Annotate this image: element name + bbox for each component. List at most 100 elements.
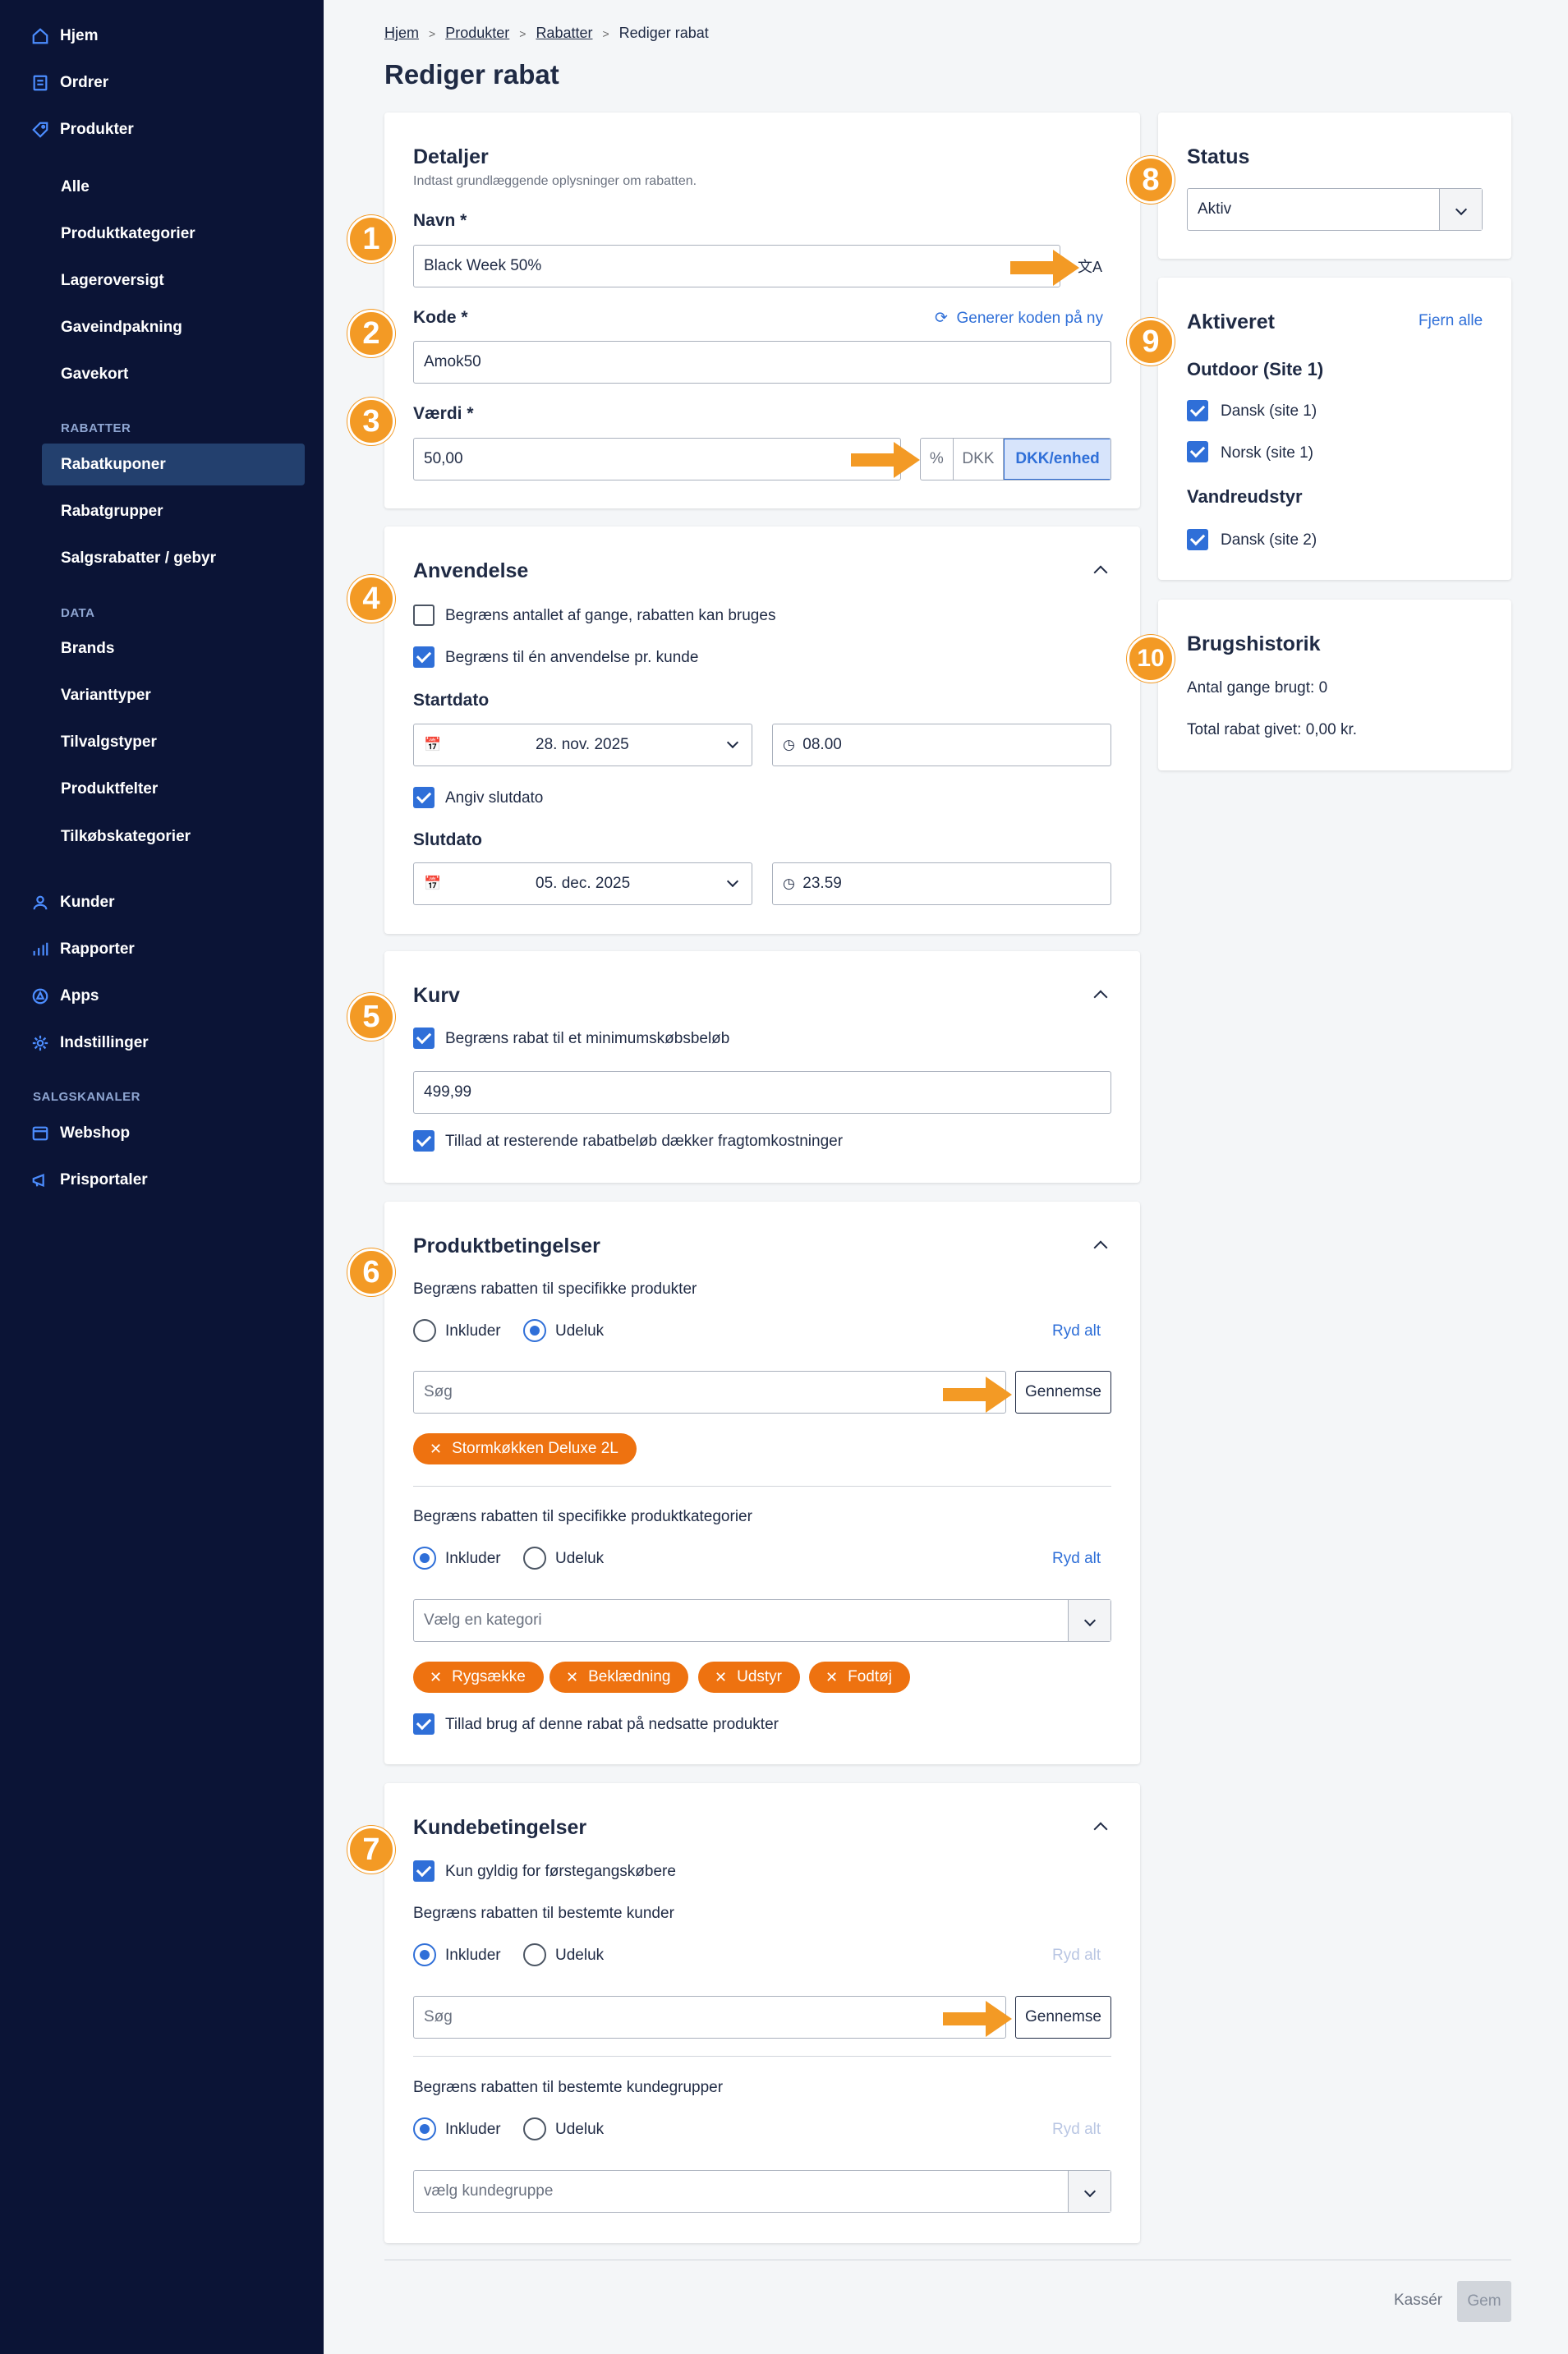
nav-apps[interactable]: Apps <box>31 978 99 1014</box>
chevron-up-icon[interactable] <box>1093 565 1108 580</box>
allow-discounted-checkbox[interactable] <box>413 1713 435 1735</box>
status-select[interactable]: Aktiv <box>1187 188 1483 231</box>
categories-exclude-radio[interactable] <box>523 1547 546 1570</box>
arrow-right-icon <box>1010 250 1079 286</box>
close-icon[interactable]: ✕ <box>825 1669 838 1686</box>
remove-all-link[interactable]: Fjern alle <box>1419 312 1483 330</box>
section-rabatter: RABATTER <box>61 421 131 435</box>
chevron-up-icon[interactable] <box>1093 1240 1108 1255</box>
min-limit-checkbox[interactable] <box>413 1028 435 1049</box>
first-time-checkbox[interactable] <box>413 1860 435 1882</box>
code-input[interactable]: Amok50 <box>413 341 1111 384</box>
regenerate-code-link[interactable]: ⟳ Generer koden på ny <box>935 309 1103 328</box>
nav-varianttyper[interactable]: Varianttyper <box>61 679 151 712</box>
category-chip[interactable]: ✕ Fodtøj <box>809 1662 910 1693</box>
unit-dkk[interactable]: DKK <box>954 439 1005 480</box>
nav-lageroversigt[interactable]: Lageroversigt <box>61 264 164 297</box>
nav-alle[interactable]: Alle <box>61 171 90 204</box>
nav-rapporter[interactable]: Rapporter <box>31 931 135 968</box>
product-chip[interactable]: ✕ Stormkøkken Deluxe 2L <box>413 1433 637 1464</box>
orders-icon <box>31 74 49 92</box>
chevron-down-icon <box>1068 2171 1110 2212</box>
products-include-radio[interactable] <box>413 1319 436 1342</box>
site-group-name: Outdoor (Site 1) <box>1187 359 1324 379</box>
site-group-name: Vandreudstyr <box>1187 486 1303 507</box>
save-button[interactable]: Gem <box>1457 2281 1511 2322</box>
customers-include-radio[interactable] <box>413 1943 436 1966</box>
set-end-checkbox[interactable] <box>413 787 435 808</box>
name-input[interactable]: Black Week 50% <box>413 245 1060 287</box>
start-time-input[interactable]: ◷ 08.00 <box>772 724 1111 766</box>
chevron-up-icon[interactable] <box>1093 990 1108 1005</box>
category-chip[interactable]: ✕ Udstyr <box>698 1662 800 1693</box>
site-checkbox[interactable] <box>1187 441 1208 462</box>
customer-search-placeholder: Søg <box>424 2008 453 2025</box>
breadcrumb-hjem[interactable]: Hjem <box>384 25 419 42</box>
close-icon[interactable]: ✕ <box>715 1669 727 1686</box>
groups-clear-all-link[interactable]: Ryd alt <box>1052 2121 1101 2139</box>
customer-search-input[interactable]: Søg <box>413 1996 1006 2039</box>
cancel-button[interactable]: Kassér <box>1394 2292 1442 2310</box>
nav-produktfelter[interactable]: Produktfelter <box>61 773 158 806</box>
customers-clear-all-link[interactable]: Ryd alt <box>1052 1947 1101 1965</box>
products-exclude-radio[interactable] <box>523 1319 546 1342</box>
nav-gaveindpakning[interactable]: Gaveindpakning <box>61 311 182 344</box>
groups-include-radio[interactable] <box>413 2117 436 2140</box>
breadcrumb-rabatter[interactable]: Rabatter <box>536 25 592 42</box>
nav-label: Indstillinger <box>60 1034 149 1051</box>
close-icon[interactable]: ✕ <box>430 1669 442 1686</box>
unit-dkk-per-unit[interactable]: DKK/enhed <box>1004 439 1110 480</box>
categories-include-radio[interactable] <box>413 1547 436 1570</box>
end-time-input[interactable]: ◷ 23.59 <box>772 862 1111 905</box>
nav-produkter[interactable]: Produkter <box>31 112 134 148</box>
divider <box>413 2056 1111 2057</box>
category-chip[interactable]: ✕ Rygsække <box>413 1662 544 1693</box>
arrow-right-icon <box>943 2001 1012 2037</box>
nav-hjem[interactable]: Hjem <box>31 18 98 54</box>
nav-salgsrabatter[interactable]: Salgsrabatter / gebyr <box>61 542 216 575</box>
min-amount-value: 499,99 <box>424 1083 472 1101</box>
breadcrumb-produkter[interactable]: Produkter <box>445 25 509 42</box>
groups-exclude-radio[interactable] <box>523 2117 546 2140</box>
nav-rabatkuponer[interactable]: Rabatkuponer <box>42 444 305 485</box>
product-browse-button[interactable]: Gennemse <box>1015 1371 1111 1414</box>
close-icon[interactable]: ✕ <box>566 1669 578 1686</box>
end-date-input[interactable]: 📅 05. dec. 2025 <box>413 862 752 905</box>
products-clear-all-link[interactable]: Ryd alt <box>1052 1322 1101 1340</box>
nav-webshop[interactable]: Webshop <box>31 1115 130 1152</box>
nav-produktkategorier[interactable]: Produktkategorier <box>61 218 195 251</box>
nav-rabatgrupper[interactable]: Rabatgrupper <box>61 495 163 528</box>
value-input[interactable]: 50,00 <box>413 438 901 480</box>
start-date-input[interactable]: 📅 28. nov. 2025 <box>413 724 752 766</box>
nav-prisportaler[interactable]: Prisportaler <box>31 1162 148 1198</box>
nav-kunder[interactable]: Kunder <box>31 885 115 921</box>
nav-indstillinger[interactable]: Indstillinger <box>31 1025 149 1061</box>
close-icon[interactable]: ✕ <box>430 1441 442 1458</box>
site-checkbox[interactable] <box>1187 400 1208 421</box>
history-card: Brugshistorik Antal gange brugt: 0 Total… <box>1158 600 1511 770</box>
usage-card: Anvendelse Begræns antallet af gange, ra… <box>384 526 1140 934</box>
sidebar: Hjem Ordrer Produkter Alle Produktkatego… <box>0 0 324 2354</box>
calendar-icon: 📅 <box>424 876 442 891</box>
unit-percent[interactable]: % <box>921 439 954 480</box>
customers-exclude-radio[interactable] <box>523 1943 546 1966</box>
allow-shipping-checkbox[interactable] <box>413 1130 435 1152</box>
customer-group-select[interactable]: vælg kundegruppe <box>413 2170 1111 2213</box>
limit-once-checkbox[interactable] <box>413 646 435 668</box>
nav-tilvalgstyper[interactable]: Tilvalgstyper <box>61 726 157 759</box>
chevron-up-icon[interactable] <box>1093 1822 1108 1837</box>
translate-icon[interactable]: 文A <box>1078 255 1102 277</box>
section-data: DATA <box>61 606 95 620</box>
nav-tilkobskategorier[interactable]: Tilkøbskategorier <box>61 821 191 853</box>
nav-brands[interactable]: Brands <box>61 632 114 665</box>
category-select[interactable]: Vælg en kategori <box>413 1599 1111 1642</box>
category-chip[interactable]: ✕ Beklædning <box>549 1662 689 1693</box>
limit-times-checkbox[interactable] <box>413 605 435 626</box>
customer-browse-button[interactable]: Gennemse <box>1015 1996 1111 2039</box>
categories-clear-all-link[interactable]: Ryd alt <box>1052 1550 1101 1568</box>
nav-gavekort[interactable]: Gavekort <box>61 358 128 391</box>
nav-ordrer[interactable]: Ordrer <box>31 65 108 101</box>
product-search-input[interactable]: Søg <box>413 1371 1006 1414</box>
min-amount-input[interactable]: 499,99 <box>413 1071 1111 1114</box>
site-checkbox[interactable] <box>1187 529 1208 550</box>
